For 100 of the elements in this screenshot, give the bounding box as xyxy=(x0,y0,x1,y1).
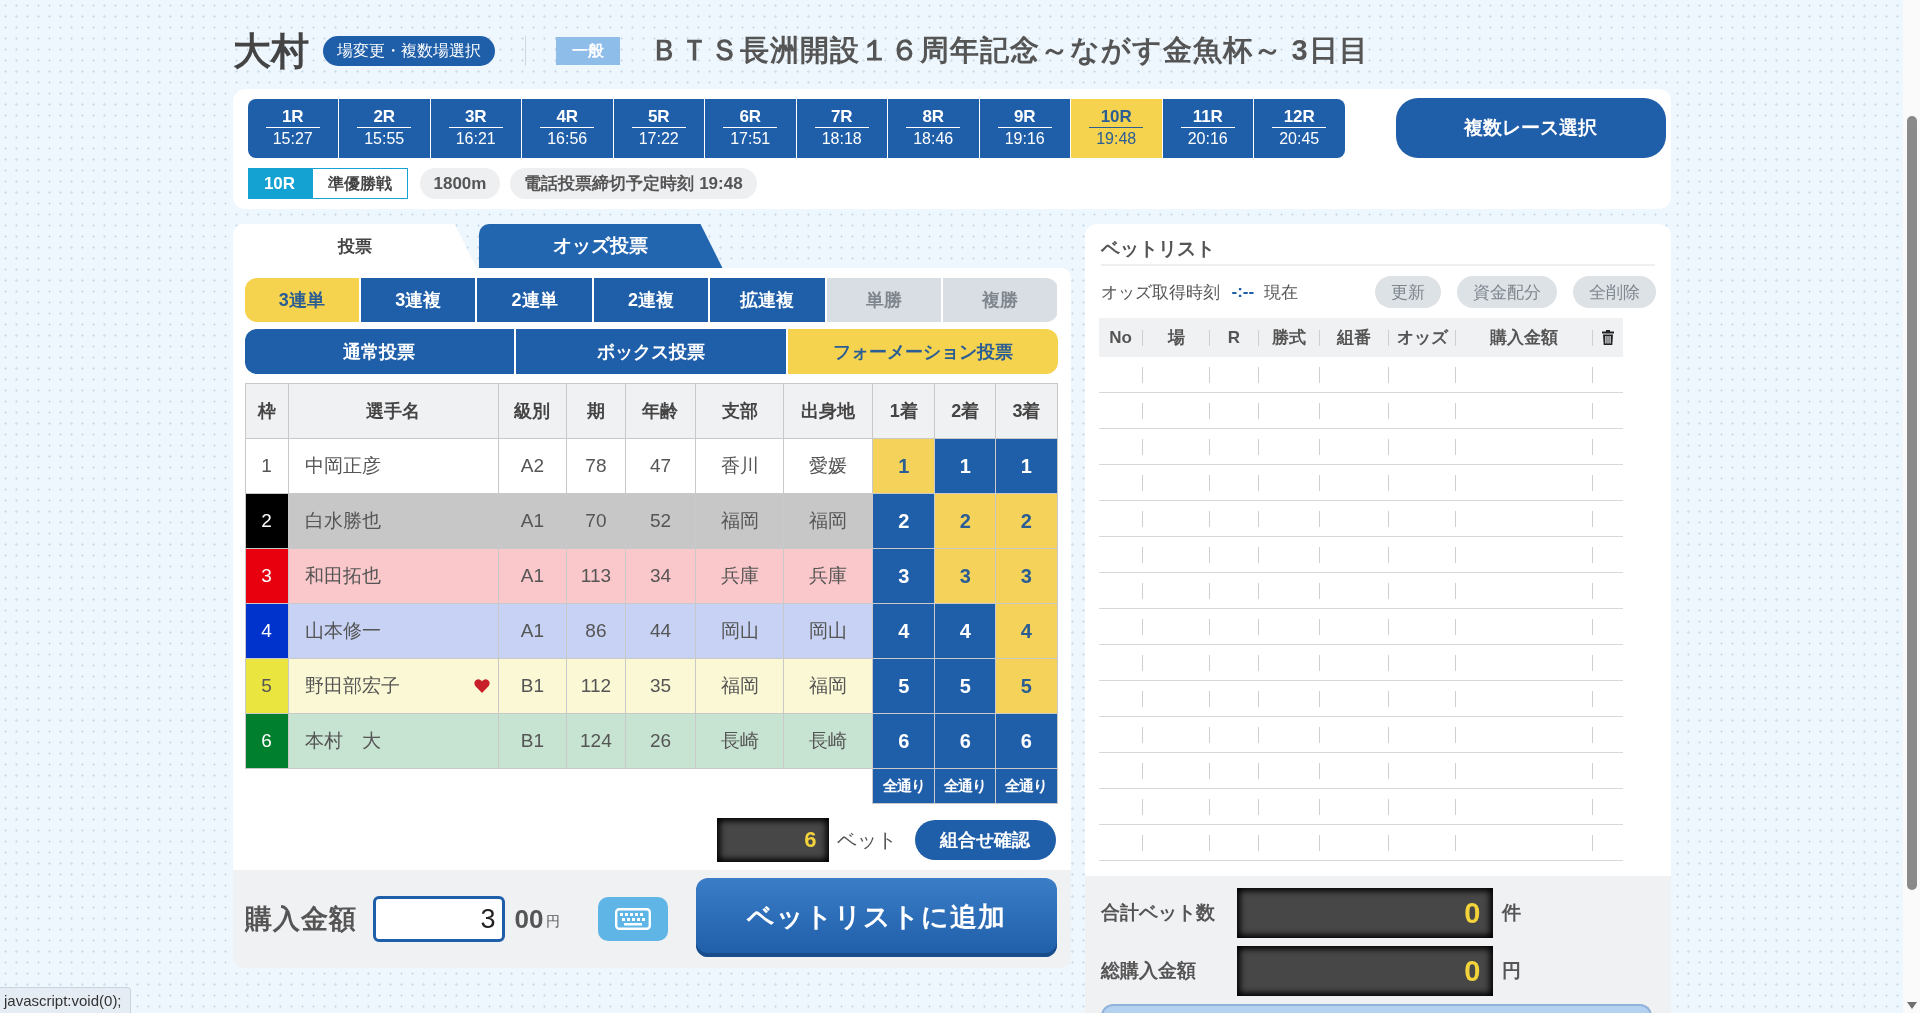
frame-number: 6 xyxy=(245,713,289,769)
keyboard-button[interactable] xyxy=(598,897,669,941)
race-tab[interactable]: 3R 16:21 xyxy=(430,98,521,158)
table-cell: 福岡 xyxy=(783,658,873,714)
bet-type-tab[interactable]: 拡連複 xyxy=(710,278,825,322)
column-header: No xyxy=(1109,327,1132,348)
change-venue-button[interactable]: 場変更・複数場選択 xyxy=(322,36,495,66)
pick-cell[interactable]: 1 xyxy=(995,438,1057,494)
table-cell: 愛媛 xyxy=(783,438,873,494)
column-header: オッズ xyxy=(1396,327,1448,349)
frame-number: 5 xyxy=(245,658,289,714)
table-cell: 47 xyxy=(625,438,696,494)
deadline-label: 電話投票締切予定時刻 19:48 xyxy=(510,168,757,199)
pick-cell[interactable]: 3 xyxy=(934,548,996,604)
select-all-button[interactable]: 全通り xyxy=(872,768,935,804)
pick-cell[interactable]: 4 xyxy=(934,603,996,659)
table-cell: A2 xyxy=(498,438,567,494)
odds-time: -:-- xyxy=(1231,282,1255,302)
bet-method-tab[interactable]: フォーメーション投票 xyxy=(787,329,1058,374)
trash-icon[interactable] xyxy=(1601,330,1614,345)
race-tab[interactable]: 4R 16:56 xyxy=(522,98,613,158)
race-tab[interactable]: 7R 18:18 xyxy=(796,98,887,158)
column-header: 購入金額 xyxy=(1490,327,1558,349)
hundreds-suffix: 00 xyxy=(514,903,544,935)
scrollbar-thumb[interactable] xyxy=(1906,116,1917,890)
racer-name: 中岡正彦 xyxy=(304,454,381,478)
pick-cell[interactable]: 5 xyxy=(934,658,996,714)
bet-type-tab[interactable]: 2連複 xyxy=(593,278,709,322)
total-display: 0 xyxy=(1236,946,1493,996)
race-tab[interactable]: 6R 17:51 xyxy=(705,98,796,158)
race-tab[interactable]: 8R 18:46 xyxy=(888,98,979,158)
scrollbar[interactable] xyxy=(1903,0,1920,1013)
confirm-combinations-button[interactable]: 組合せ確認 xyxy=(914,820,1056,860)
table-cell: A1 xyxy=(498,603,567,659)
table-cell: B1 xyxy=(498,658,567,714)
bet-count-unit: ベット xyxy=(836,827,897,853)
table-cell: 35 xyxy=(625,658,696,714)
pick-cell[interactable]: 2 xyxy=(995,493,1057,549)
race-tab[interactable]: 12R 20:45 xyxy=(1254,98,1345,158)
column-header: R xyxy=(1227,327,1241,348)
column-header: 場 xyxy=(1167,327,1185,349)
pick-cell[interactable]: 2 xyxy=(934,493,996,549)
column-header: 出身地 xyxy=(783,383,873,439)
pick-cell[interactable]: 4 xyxy=(995,603,1057,659)
bet-method-tab[interactable]: ボックス投票 xyxy=(516,329,786,374)
column-header: 支部 xyxy=(695,383,784,439)
vote-tab[interactable]: オッズ投票 xyxy=(478,224,723,268)
amount-input[interactable]: 3 xyxy=(372,896,505,942)
table-cell: 52 xyxy=(625,493,696,549)
race-name-label: 準優勝戦 xyxy=(311,168,408,199)
column-header: 3着 xyxy=(995,383,1057,439)
race-tab[interactable]: 2R 15:55 xyxy=(339,98,430,158)
race-tab[interactable]: 11R 20:16 xyxy=(1162,98,1253,158)
multi-race-button[interactable]: 複数レース選択 xyxy=(1395,98,1666,158)
table-cell: 26 xyxy=(625,713,696,769)
odds-time-label: オッズ取得時刻 xyxy=(1100,281,1220,304)
total-label: 合計ベット数 xyxy=(1100,901,1216,925)
pick-cell[interactable]: 3 xyxy=(995,548,1057,604)
table-cell: 香川 xyxy=(695,438,784,494)
bet-type-tab[interactable]: 3連複 xyxy=(360,278,476,322)
pick-cell[interactable]: 1 xyxy=(872,438,935,494)
race-tab[interactable]: 9R 19:16 xyxy=(979,98,1070,158)
table-cell: 34 xyxy=(625,548,696,604)
pick-cell[interactable]: 4 xyxy=(872,603,935,659)
table-cell: 福岡 xyxy=(695,658,784,714)
racer-name: 和田拓也 xyxy=(304,564,381,588)
column-header: 1着 xyxy=(872,383,935,439)
table-cell: 124 xyxy=(566,713,626,769)
pick-cell[interactable]: 6 xyxy=(995,713,1057,769)
total-unit: 件 xyxy=(1501,901,1521,925)
pick-cell[interactable]: 1 xyxy=(934,438,996,494)
table-cell: B1 xyxy=(498,713,567,769)
scroll-down-arrow-icon[interactable] xyxy=(1906,1002,1917,1009)
bet-method-tab[interactable]: 通常投票 xyxy=(244,329,515,374)
pick-cell[interactable]: 2 xyxy=(872,493,935,549)
total-display: 0 xyxy=(1236,888,1493,938)
vote-tab[interactable]: 投票 xyxy=(232,224,477,268)
race-tab[interactable]: 1R 15:27 xyxy=(247,98,338,158)
pick-cell[interactable]: 6 xyxy=(872,713,935,769)
table-cell: 78 xyxy=(566,438,626,494)
distance-label: 1800m xyxy=(419,168,501,199)
bet-type-tab[interactable]: 3連単 xyxy=(244,278,359,322)
race-tab[interactable]: 5R 17:22 xyxy=(613,98,704,158)
frame-number: 2 xyxy=(245,493,289,549)
race-tab[interactable]: 10R 19:48 xyxy=(1071,98,1162,158)
pick-cell[interactable]: 6 xyxy=(934,713,996,769)
keyboard-icon xyxy=(615,908,652,930)
yen-unit: 円 xyxy=(546,913,561,931)
column-header: 年齢 xyxy=(625,383,696,439)
table-cell: 44 xyxy=(625,603,696,659)
bet-type-tab[interactable]: 2連単 xyxy=(477,278,592,322)
column-header: 組番 xyxy=(1337,327,1371,349)
pick-cell[interactable]: 5 xyxy=(872,658,935,714)
pick-cell[interactable]: 3 xyxy=(872,548,935,604)
table-cell: 86 xyxy=(566,603,626,659)
column-header: 2着 xyxy=(934,383,996,439)
add-to-bet-list-button[interactable]: ベットリストに追加 xyxy=(695,877,1057,957)
select-all-button[interactable]: 全通り xyxy=(995,768,1057,804)
select-all-button[interactable]: 全通り xyxy=(934,768,996,804)
pick-cell[interactable]: 5 xyxy=(995,658,1057,714)
